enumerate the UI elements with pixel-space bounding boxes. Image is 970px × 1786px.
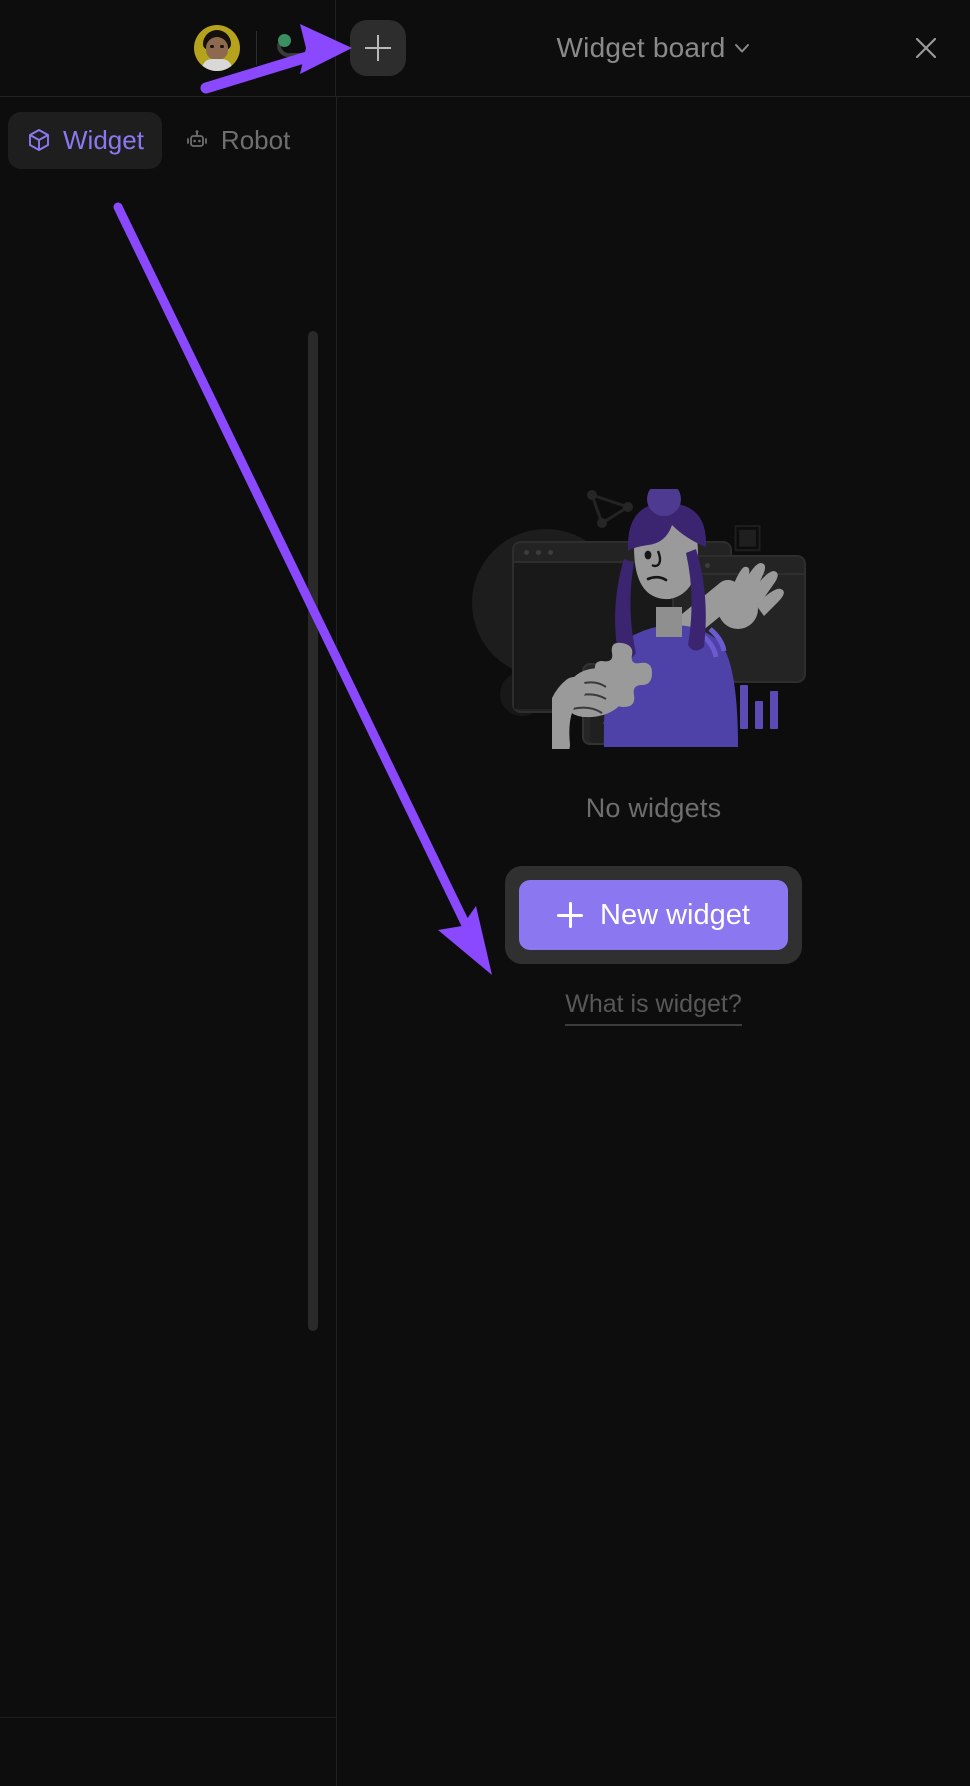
empty-state-title: No widgets	[585, 793, 722, 823]
sidebar-item-label: Widget	[63, 124, 144, 155]
cube-icon	[26, 127, 52, 153]
sidebar-scrollbar-thumb[interactable]	[308, 331, 318, 1331]
sidebar-item-label: Robot	[220, 124, 291, 155]
avatar-eye-right	[220, 45, 224, 48]
empty-state: ▣ No widgets New widget What is widget?	[464, 467, 844, 1026]
app-header: Widget board	[0, 0, 970, 97]
header-divider	[256, 31, 257, 65]
status-dot	[278, 34, 291, 47]
close-icon	[915, 37, 937, 59]
page-title: Widget board	[556, 32, 726, 63]
sidebar-widget-list	[0, 171, 336, 1717]
sidebar: Widget Robot	[0, 97, 337, 1786]
chevron-down-icon	[735, 44, 750, 53]
avatar-eye-left	[210, 45, 214, 48]
new-widget-button-container: New widget	[505, 866, 802, 964]
sidebar-item-widget[interactable]: Widget	[8, 111, 162, 169]
board-title-dropdown[interactable]: Widget board	[406, 32, 904, 64]
person-illustration	[551, 489, 784, 749]
app-body: Widget Robot ▣ No widgets New widget Wha…	[0, 97, 970, 1786]
avatar-face	[206, 37, 228, 60]
empty-state-illustration: ▣	[464, 467, 844, 767]
connection-status-glyph	[277, 35, 313, 58]
user-avatar[interactable]	[194, 25, 240, 71]
header-left-section	[0, 0, 336, 96]
robot-icon	[184, 127, 210, 153]
new-widget-button-label: New widget	[600, 898, 750, 931]
connection-status-icon[interactable]	[273, 28, 317, 68]
sidebar-tabs: Widget Robot	[0, 97, 336, 171]
what-is-widget-link[interactable]: What is widget?	[565, 990, 742, 1026]
avatar-body	[202, 59, 232, 71]
new-widget-button[interactable]: New widget	[519, 880, 788, 950]
widget-board-window: Widget board Widget Robot ▣ No widgets N…	[0, 0, 970, 1786]
plus-icon	[557, 902, 584, 928]
close-button[interactable]	[904, 26, 948, 70]
plus-icon	[365, 35, 391, 61]
add-board-button[interactable]	[350, 20, 406, 76]
sidebar-item-robot[interactable]: Robot	[166, 112, 308, 169]
header-right-section: Widget board	[336, 0, 970, 96]
sidebar-footer	[0, 1717, 336, 1786]
main-content: ▣ No widgets New widget What is widget?	[337, 97, 970, 1786]
